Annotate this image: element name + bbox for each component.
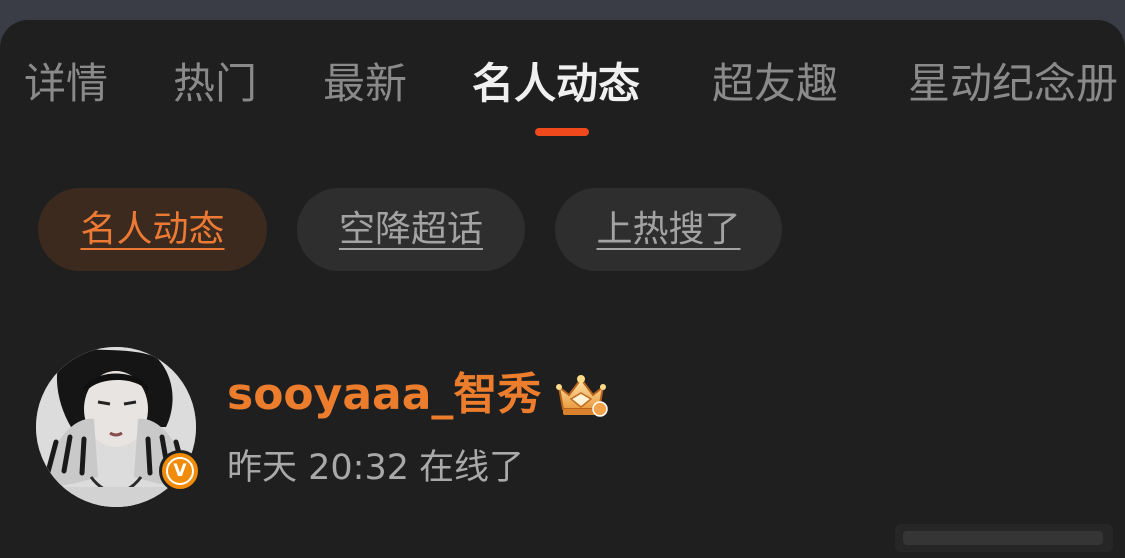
watermark-icon: [895, 524, 1113, 552]
post-time: 昨天 20:32: [227, 448, 409, 488]
post-status-line: 昨天 20:32 在线了: [227, 444, 524, 492]
chip-celebrity-updates[interactable]: 名人动态: [38, 188, 267, 271]
tab-celebrity-updates[interactable]: 名人动态: [472, 56, 640, 112]
username[interactable]: sooyaaa_智秀: [227, 365, 541, 425]
tab-star-memorial[interactable]: 星动纪念册: [908, 56, 1118, 112]
active-tab-indicator: [535, 128, 589, 136]
chip-label: 上热搜了: [596, 209, 741, 250]
post-status: 在线了: [419, 448, 525, 488]
tab-super-fun[interactable]: 超友趣: [712, 56, 838, 112]
tab-latest[interactable]: 最新: [323, 56, 407, 112]
topic-panel: 详情 热门 最新 名人动态 超友趣 星动纪念册 名人动态 空降超话 上热搜了 V…: [0, 20, 1125, 558]
verified-v-icon: V: [159, 450, 201, 492]
crown-badge-icon: [556, 375, 608, 417]
tab-details[interactable]: 详情: [24, 56, 108, 112]
verified-badge-label: V: [166, 457, 194, 485]
tab-bar: 详情 热门 最新 名人动态 超友趣 星动纪念册: [0, 20, 1125, 160]
chip-label: 名人动态: [80, 209, 225, 250]
chip-airdrop-topic[interactable]: 空降超话: [297, 188, 525, 271]
chip-label: 空降超话: [338, 209, 483, 250]
tab-hot[interactable]: 热门: [173, 56, 257, 112]
chip-trending[interactable]: 上热搜了: [555, 188, 782, 271]
